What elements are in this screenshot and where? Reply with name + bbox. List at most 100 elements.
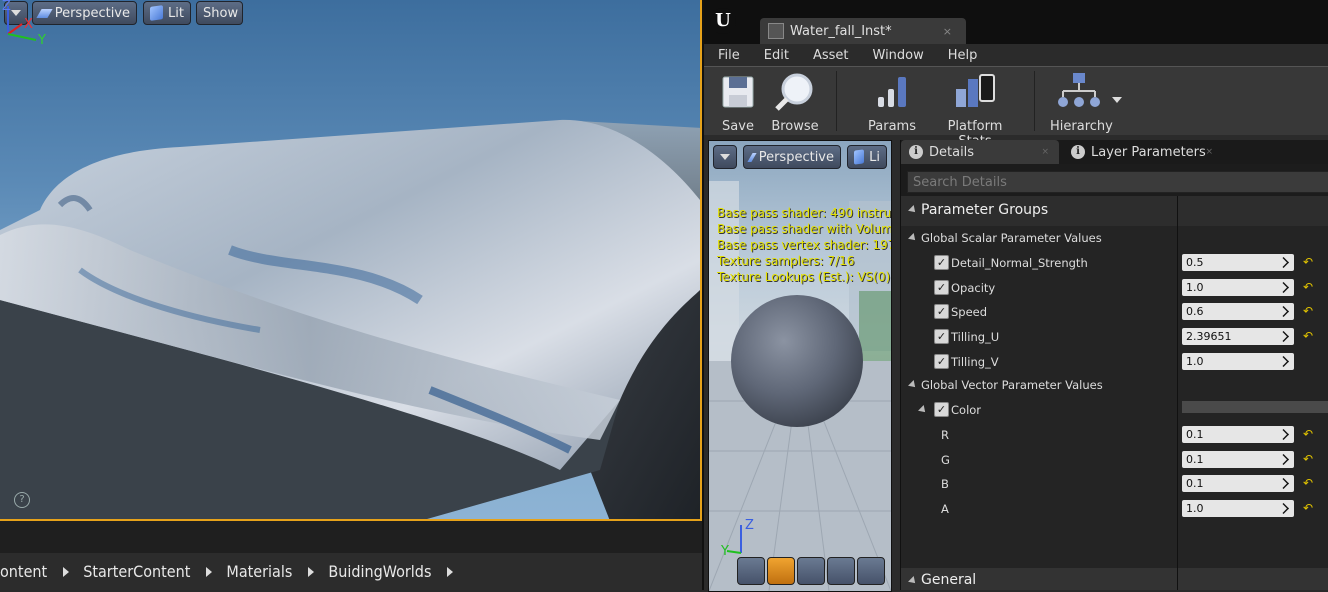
perspective-label: Perspective (54, 5, 130, 21)
breadcrumb-item-materials[interactable]: Materials (226, 562, 300, 581)
drag-handle-icon[interactable] (1278, 454, 1289, 465)
help-icon[interactable]: ? (14, 492, 30, 508)
column-divider[interactable] (1177, 196, 1178, 590)
channel-value-input[interactable]: 0.1 (1182, 451, 1294, 468)
level-viewport[interactable]: Perspective Lit Show Z X Y ? (0, 0, 702, 521)
reset-default-icon[interactable]: ↶ (1303, 476, 1313, 490)
drag-handle-icon[interactable] (1278, 306, 1289, 317)
channel-row-b: B 0.1 ↶ (901, 472, 1328, 496)
reset-default-icon[interactable]: ↶ (1303, 255, 1313, 269)
mesh-shape-button[interactable] (857, 557, 885, 585)
save-button[interactable]: Save (718, 71, 758, 134)
breadcrumb-arrow-icon[interactable] (206, 566, 213, 577)
param-value-input[interactable]: 0.5 (1182, 254, 1294, 271)
general-section-header[interactable]: General (901, 568, 1328, 590)
drag-handle-icon[interactable] (1278, 331, 1289, 342)
param-name: Opacity (951, 281, 996, 295)
expand-arrow-icon[interactable] (908, 205, 918, 215)
tab-layer-label: Layer Parameters (1091, 144, 1206, 160)
color-swatch[interactable] (1182, 401, 1328, 413)
param-value-input[interactable]: 1.0 (1182, 279, 1294, 296)
channel-value-input[interactable]: 1.0 (1182, 500, 1294, 517)
param-value-input[interactable]: 0.6 (1182, 303, 1294, 320)
override-checkbox[interactable]: ✓ (934, 402, 949, 417)
menu-asset[interactable]: Asset (799, 48, 859, 63)
vector-group-header[interactable]: Global Vector Parameter Values (901, 373, 1328, 397)
plane-shape-button[interactable] (797, 557, 825, 585)
show-label: Show (203, 5, 239, 21)
expand-arrow-icon[interactable] (908, 576, 918, 586)
drag-handle-icon[interactable] (1278, 429, 1289, 440)
param-value-input[interactable]: 2.39651 (1182, 328, 1294, 345)
breadcrumb-item-startercontent[interactable]: StarterContent (83, 562, 198, 581)
expand-arrow-icon[interactable] (908, 380, 918, 390)
breadcrumb-arrow-icon[interactable] (308, 566, 315, 577)
close-tab-icon[interactable]: × (943, 25, 952, 38)
hierarchy-button[interactable]: Hierarchy (1050, 71, 1113, 134)
override-checkbox[interactable]: ✓ (934, 255, 949, 270)
reset-default-icon[interactable]: ↶ (1303, 427, 1313, 441)
parameter-groups-header[interactable]: Parameter Groups (901, 196, 1328, 226)
channel-value-input[interactable]: 0.1 (1182, 426, 1294, 443)
params-button[interactable]: Params (868, 71, 916, 134)
drag-handle-icon[interactable] (1278, 257, 1289, 268)
preview-options-button[interactable] (713, 145, 737, 169)
menu-help[interactable]: Help (934, 48, 988, 63)
preview-stat-line: Base pass shader: 490 instruc (717, 206, 892, 220)
breadcrumb-item-buidingworlds[interactable]: BuidingWorlds (328, 562, 439, 581)
scalar-group-header[interactable]: Global Scalar Parameter Values (901, 226, 1328, 250)
preview-lit-button[interactable]: Li (847, 145, 887, 169)
reset-default-icon[interactable]: ↶ (1303, 280, 1313, 294)
info-icon: i (909, 145, 923, 159)
cube-shape-button[interactable] (827, 557, 855, 585)
channel-name: A (941, 502, 949, 516)
platform-stats-button[interactable]: Platform Stats (932, 71, 1018, 149)
hierarchy-dropdown-icon[interactable] (1112, 97, 1122, 103)
lit-cube-icon (150, 5, 164, 21)
tab-layer-parameters[interactable]: i Layer Parameters × (1063, 140, 1223, 164)
browse-button[interactable]: Browse (770, 71, 820, 134)
reset-default-icon[interactable]: ↶ (1303, 501, 1313, 515)
preview-stat-line: Texture Lookups (Est.): VS(0), F (717, 270, 892, 284)
breadcrumb-arrow-icon[interactable] (447, 566, 454, 577)
drag-handle-icon[interactable] (1278, 356, 1289, 367)
preview-axis-y-label: Y (721, 544, 729, 557)
axis-y-label: Y (37, 33, 46, 48)
details-tab-bar: i Details × i Layer Parameters × (901, 140, 1328, 164)
channel-value-input[interactable]: 0.1 (1182, 475, 1294, 492)
preview-perspective-label: Perspective (758, 149, 834, 165)
reset-default-icon[interactable]: ↶ (1303, 452, 1313, 466)
param-value: 0.6 (1186, 305, 1204, 318)
menu-file[interactable]: File (704, 48, 750, 63)
drag-handle-icon[interactable] (1278, 503, 1289, 514)
override-checkbox[interactable]: ✓ (934, 354, 949, 369)
close-tab-icon[interactable]: × (1205, 147, 1213, 157)
sphere-shape-button[interactable] (767, 557, 795, 585)
drag-handle-icon[interactable] (1278, 478, 1289, 489)
cylinder-shape-button[interactable] (737, 557, 765, 585)
document-tab[interactable]: Water_fall_Inst* × (760, 18, 966, 44)
param-name: Color (951, 403, 982, 417)
material-instance-icon (768, 23, 784, 39)
preview-perspective-button[interactable]: Perspective (743, 145, 841, 169)
menu-window[interactable]: Window (859, 48, 934, 63)
tab-details[interactable]: i Details × (901, 140, 1059, 164)
close-tab-icon[interactable]: × (1041, 147, 1049, 157)
channel-name: G (941, 453, 950, 467)
breadcrumb-item-content[interactable]: ontent (0, 562, 55, 581)
search-details-input[interactable]: Search Details (907, 171, 1328, 193)
show-button[interactable]: Show (196, 1, 243, 25)
drag-handle-icon[interactable] (1278, 282, 1289, 293)
override-checkbox[interactable]: ✓ (934, 329, 949, 344)
material-preview-viewport[interactable]: Perspective Li Base pass shader: 490 ins… (708, 140, 892, 592)
breadcrumb-arrow-icon[interactable] (63, 566, 70, 577)
expand-arrow-icon[interactable] (908, 233, 918, 243)
override-checkbox[interactable]: ✓ (934, 304, 949, 319)
menu-edit[interactable]: Edit (750, 48, 799, 63)
param-value-input[interactable]: 1.0 (1182, 353, 1294, 370)
lit-button[interactable]: Lit (143, 1, 191, 25)
override-checkbox[interactable]: ✓ (934, 280, 949, 295)
reset-default-icon[interactable]: ↶ (1303, 329, 1313, 343)
expand-arrow-icon[interactable] (918, 405, 928, 415)
reset-default-icon[interactable]: ↶ (1303, 304, 1313, 318)
